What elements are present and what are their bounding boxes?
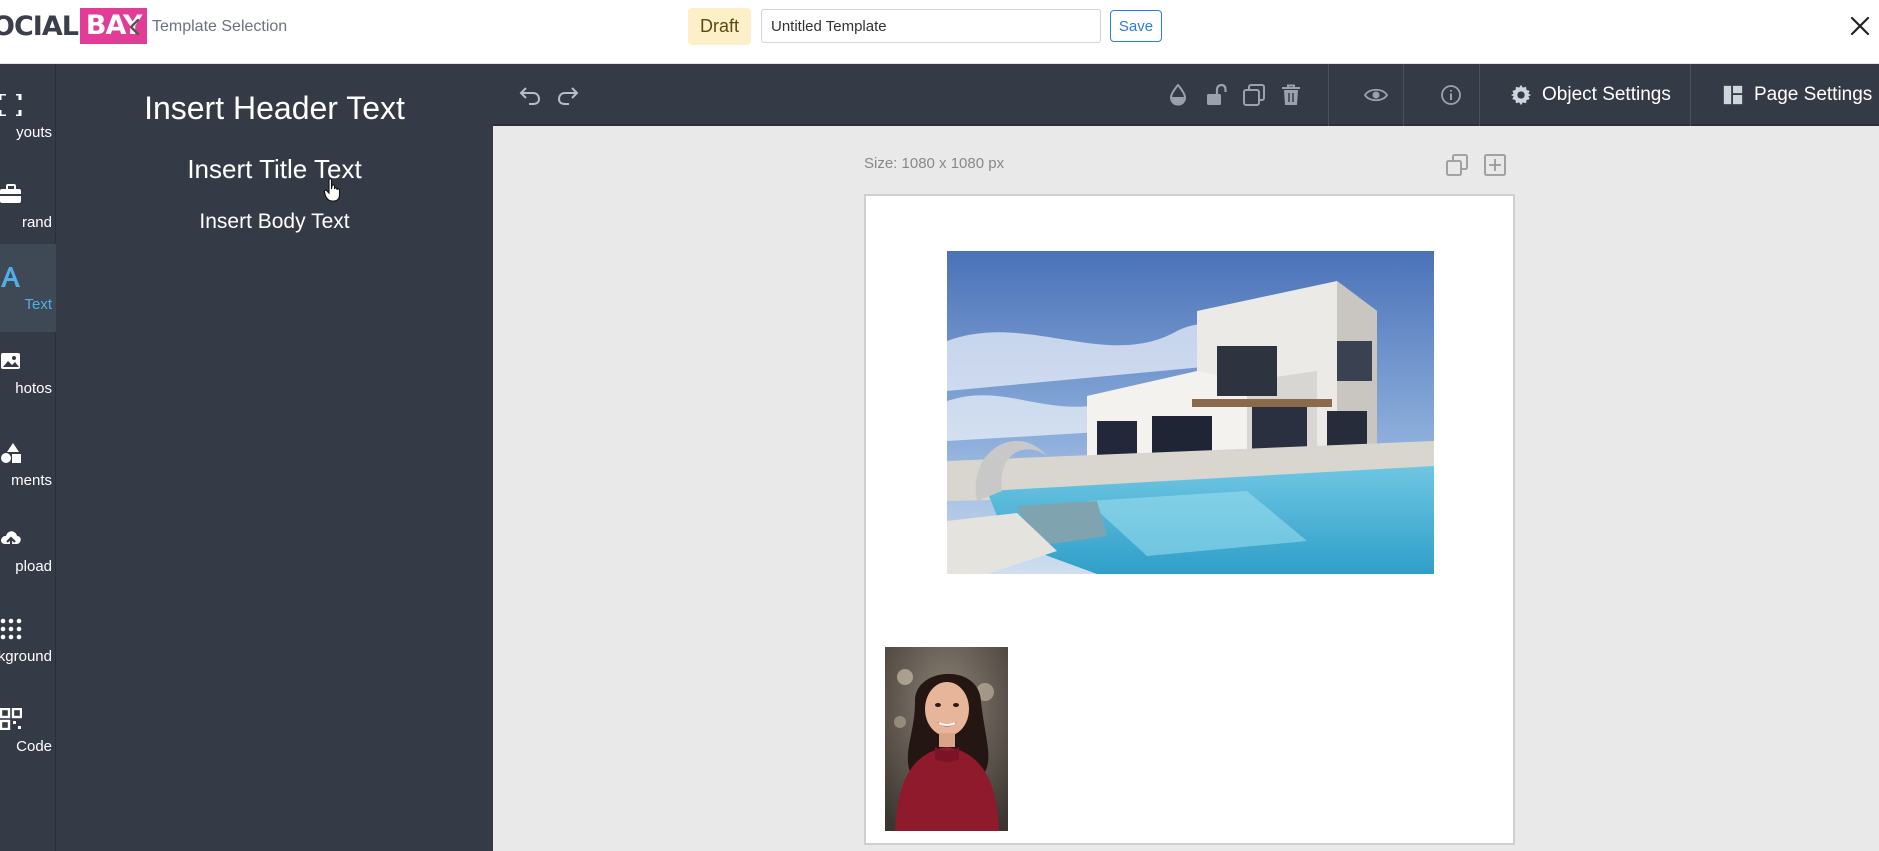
dots-grid-icon — [0, 618, 22, 640]
page-settings-button[interactable]: Page Settings — [1722, 64, 1872, 126]
upload-icon — [1, 531, 21, 548]
rail-item-label: pload — [15, 558, 52, 575]
template-name-input[interactable] — [761, 9, 1101, 43]
rail-item-text[interactable]: Text — [0, 244, 56, 332]
rail-item-photos[interactable]: hotos — [0, 332, 56, 420]
chevron-left-icon — [129, 18, 140, 36]
close-icon[interactable] — [1848, 14, 1872, 38]
toolbar-divider — [1328, 64, 1329, 126]
toolbar-divider — [1403, 64, 1404, 126]
info-icon[interactable] — [1439, 84, 1463, 106]
portrait-photo[interactable] — [885, 647, 1008, 831]
back-to-template-selection[interactable]: Template Selection — [128, 16, 287, 38]
dashboard-icon — [1723, 85, 1743, 105]
unlock-icon[interactable] — [1204, 84, 1228, 106]
rail-item-label: kground — [0, 648, 52, 665]
design-page[interactable] — [864, 194, 1515, 845]
canvas-size-label: Size: 1080 x 1080 px — [864, 155, 1005, 172]
trash-icon[interactable] — [1279, 84, 1303, 106]
shapes-icon — [1, 443, 21, 463]
photos-icon — [1, 353, 20, 369]
object-settings-label: Object Settings — [1542, 84, 1671, 105]
rail-item-label: ments — [11, 472, 52, 489]
insert-body-text-button[interactable]: Insert Body Text — [56, 210, 493, 234]
toolbar-divider — [1690, 64, 1691, 126]
status-badge: Draft — [688, 8, 751, 45]
save-button[interactable]: Save — [1110, 10, 1162, 42]
toolbar-divider — [1479, 64, 1480, 126]
canvas-workspace: Size: 1080 x 1080 px — [493, 126, 1879, 851]
briefcase-icon — [0, 184, 21, 203]
back-label: Template Selection — [152, 18, 288, 35]
layouts-icon — [0, 94, 22, 116]
rail-item-layouts[interactable]: youts — [0, 76, 56, 164]
rail-item-label: hotos — [15, 380, 52, 397]
undo-icon[interactable] — [518, 84, 542, 106]
gear-icon — [1510, 84, 1532, 106]
page-settings-label: Page Settings — [1754, 84, 1873, 105]
rail-item-brand[interactable]: rand — [0, 166, 56, 254]
insert-header-text-button[interactable]: Insert Header Text — [56, 90, 493, 127]
hand-cursor-icon — [324, 178, 341, 202]
rail-item-label: Code — [16, 738, 52, 755]
logo: OCIAL BAY — [0, 8, 148, 44]
rail-item-label: Text — [24, 296, 52, 313]
logo-text: OCIAL — [0, 10, 79, 42]
text-icon — [1, 267, 20, 287]
duplicate-icon[interactable] — [1242, 84, 1266, 106]
rail-item-qr-code[interactable]: Code — [0, 690, 56, 778]
eye-icon[interactable] — [1364, 84, 1388, 106]
rail-item-label: youts — [16, 124, 52, 141]
redo-icon[interactable] — [556, 84, 580, 106]
rail-item-elements[interactable]: ments — [0, 424, 56, 512]
editor-toolbar: Object Settings Page Settings — [493, 64, 1879, 126]
qr-code-icon — [0, 708, 22, 730]
text-panel: Insert Header Text Insert Title Text Ins… — [56, 64, 493, 851]
rail-item-background[interactable]: kground — [0, 600, 56, 688]
house-photo[interactable] — [947, 251, 1434, 574]
duplicate-page-icon[interactable] — [1446, 154, 1468, 176]
insert-title-text-button[interactable]: Insert Title Text — [56, 154, 493, 185]
rail-item-upload[interactable]: pload — [0, 510, 56, 598]
rail-item-label: rand — [21, 214, 52, 231]
top-bar: OCIAL BAY Template Selection Draft Save — [0, 0, 1879, 64]
object-settings-button[interactable]: Object Settings — [1510, 64, 1671, 126]
left-nav-rail: youts rand Text hotos ments pload kgroun… — [0, 64, 56, 851]
color-drop-icon[interactable] — [1166, 84, 1190, 106]
add-page-icon[interactable] — [1484, 154, 1506, 176]
